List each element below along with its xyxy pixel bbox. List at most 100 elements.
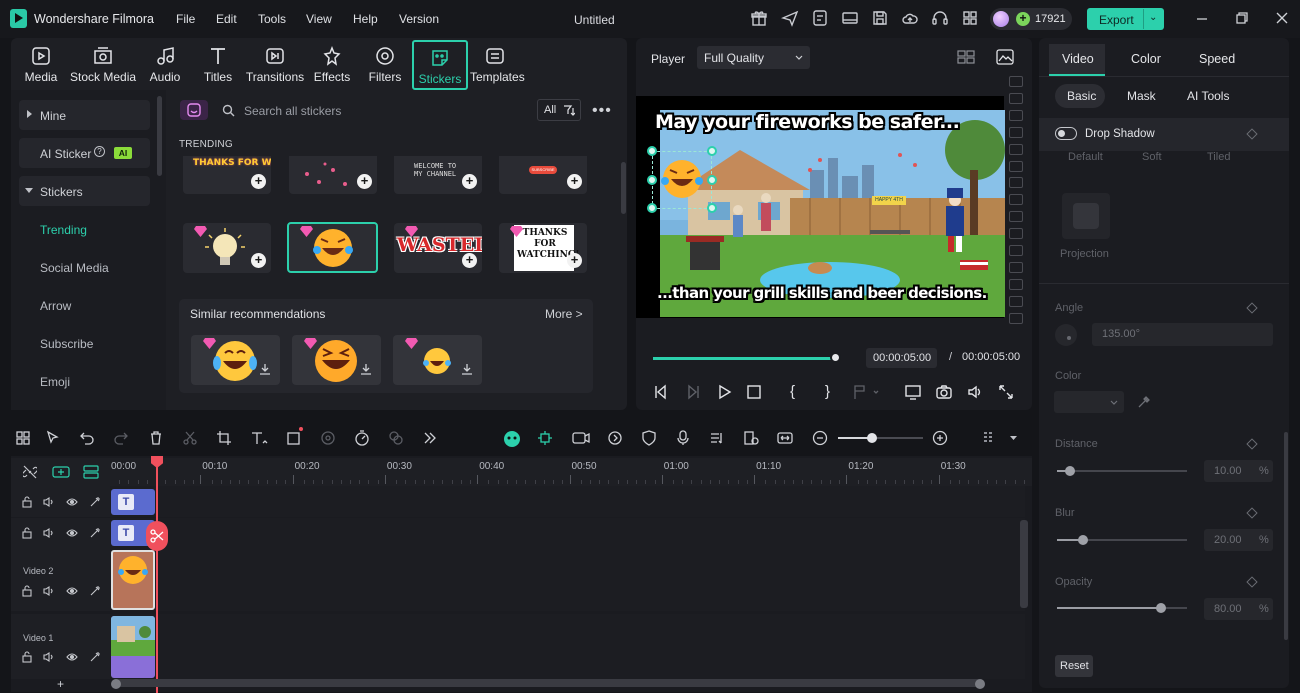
track-lane-title-1[interactable] — [110, 518, 1025, 549]
sticker-home-button[interactable] — [180, 100, 208, 120]
scrollbar-left-handle[interactable] — [111, 679, 121, 689]
auto-reframe-icon[interactable] — [572, 430, 590, 446]
overlay-laughing-sticker[interactable] — [659, 155, 705, 203]
menu-edit[interactable]: Edit — [216, 12, 237, 26]
zoom-out-icon[interactable] — [812, 430, 828, 446]
help-icon[interactable]: ? — [94, 146, 105, 157]
cloud-upload-icon[interactable] — [901, 9, 921, 29]
sticker-clip[interactable] — [111, 550, 155, 610]
tab-titles[interactable]: Titles — [198, 38, 238, 90]
tab-video[interactable]: Video — [1062, 52, 1094, 66]
export-dropdown-icon[interactable]: ⌄ — [1149, 12, 1157, 23]
play-icon[interactable] — [715, 383, 733, 401]
track-manager-icon[interactable] — [83, 465, 99, 479]
delete-icon[interactable] — [148, 430, 164, 446]
tab-effects[interactable]: Effects — [311, 38, 353, 90]
track-lane-title-2[interactable] — [110, 486, 1025, 517]
preset-tiled[interactable]: Tiled — [1207, 151, 1230, 163]
similar-sticker-grin-squint[interactable] — [292, 335, 381, 385]
resize-handle-bottom-left[interactable] — [647, 203, 657, 213]
resize-handle-right[interactable] — [707, 175, 717, 185]
add-track-button[interactable]: + — [57, 677, 64, 691]
timeline-layout-dropdown-icon[interactable] — [1010, 436, 1017, 440]
resize-handle-top-right[interactable] — [707, 146, 717, 156]
microphone-icon[interactable] — [675, 430, 691, 446]
speaker-icon[interactable] — [43, 527, 55, 539]
stop-icon[interactable] — [745, 383, 763, 401]
sidebar-item-arrow[interactable]: Arrow — [40, 299, 71, 313]
lock-icon[interactable] — [21, 527, 33, 539]
sticker-thanks-for-watching[interactable]: THANKS FOR WATCHING+ — [183, 156, 271, 194]
notes-icon[interactable] — [811, 9, 831, 29]
sticker-hearts[interactable]: + — [289, 156, 377, 194]
menu-help[interactable]: Help — [353, 12, 378, 26]
fullscreen-icon[interactable] — [997, 383, 1015, 401]
snap-icon[interactable] — [537, 430, 553, 446]
display-icon[interactable] — [904, 383, 922, 401]
tab-transitions[interactable]: Transitions — [245, 38, 305, 90]
minimize-icon[interactable] — [1194, 10, 1210, 26]
scrollbar-right-handle[interactable] — [975, 679, 985, 689]
layout-icon[interactable] — [841, 9, 861, 29]
distance-slider[interactable] — [1057, 470, 1187, 472]
eye-icon[interactable] — [66, 651, 78, 663]
more-options-icon[interactable]: ••• — [592, 102, 612, 120]
step-forward-icon[interactable] — [684, 383, 702, 401]
gift-icon[interactable] — [750, 9, 770, 29]
sticker-wasted[interactable]: WASTED + — [394, 223, 482, 273]
distance-slider-knob[interactable] — [1065, 466, 1075, 476]
reset-button[interactable]: Reset — [1055, 655, 1093, 677]
playhead[interactable] — [156, 458, 158, 693]
shield-icon[interactable] — [641, 430, 657, 446]
save-icon[interactable] — [871, 9, 891, 29]
snapshot-icon[interactable] — [935, 383, 953, 401]
select-tool-icon[interactable] — [45, 430, 61, 446]
layout-grid-icon[interactable] — [15, 430, 31, 446]
sidebar-item-stickers[interactable]: Stickers — [19, 176, 150, 206]
progress-knob[interactable] — [830, 352, 841, 363]
similar-sticker-crying-laugh[interactable] — [191, 335, 280, 385]
more-link[interactable]: More > — [545, 307, 583, 321]
menu-view[interactable]: View — [306, 12, 332, 26]
credits-badge[interactable]: + 17921 — [990, 8, 1072, 30]
preset-default[interactable]: Default — [1068, 151, 1103, 163]
auto-enhance-icon[interactable] — [89, 527, 101, 539]
step-back-icon[interactable] — [652, 383, 670, 401]
split-at-playhead-button[interactable] — [146, 521, 168, 551]
sticker-search-input[interactable]: Search all stickers — [244, 104, 341, 118]
speaker-icon[interactable] — [43, 651, 55, 663]
eyedropper-icon[interactable] — [1137, 395, 1151, 409]
timeline-horizontal-scrollbar[interactable] — [115, 679, 981, 687]
split-icon[interactable] — [182, 430, 198, 446]
grid-view-icon[interactable] — [957, 49, 975, 65]
eye-icon[interactable] — [66, 527, 78, 539]
sticker-laughing-emoji-selected[interactable] — [287, 222, 378, 273]
avatar[interactable] — [993, 11, 1009, 27]
resize-handle-left[interactable] — [647, 175, 657, 185]
mark-in-icon[interactable]: { — [790, 383, 808, 401]
eye-icon[interactable] — [66, 496, 78, 508]
grid-apps-icon[interactable] — [961, 9, 981, 29]
content-scrollbar[interactable] — [621, 162, 626, 214]
subtab-basic[interactable]: Basic — [1067, 89, 1096, 103]
auto-enhance-icon[interactable] — [89, 651, 101, 663]
text-tool-icon[interactable] — [250, 430, 268, 446]
export-button[interactable]: Export ⌄ — [1087, 8, 1164, 30]
property-scrollbar[interactable] — [1284, 432, 1288, 640]
zoom-slider-knob[interactable] — [867, 433, 877, 443]
speaker-icon[interactable] — [43, 496, 55, 508]
tab-media[interactable]: Media — [20, 38, 62, 90]
mark-out-icon[interactable]: } — [825, 383, 843, 401]
track-lane-video-2[interactable] — [110, 549, 1025, 611]
subtab-mask[interactable]: Mask — [1127, 89, 1156, 103]
angle-dial[interactable] — [1055, 324, 1077, 346]
quality-select[interactable]: Full Quality — [697, 46, 810, 69]
current-time[interactable]: 00:00:05:00 — [866, 348, 937, 368]
link-icon[interactable] — [23, 465, 37, 479]
tab-audio[interactable]: Audio — [145, 38, 185, 90]
resize-handle-top-left[interactable] — [647, 146, 657, 156]
opacity-input[interactable]: 80.00% — [1204, 598, 1273, 620]
audio-mixer-icon[interactable] — [709, 430, 725, 446]
scene-detection-icon[interactable] — [743, 430, 759, 446]
lock-icon[interactable] — [21, 585, 33, 597]
